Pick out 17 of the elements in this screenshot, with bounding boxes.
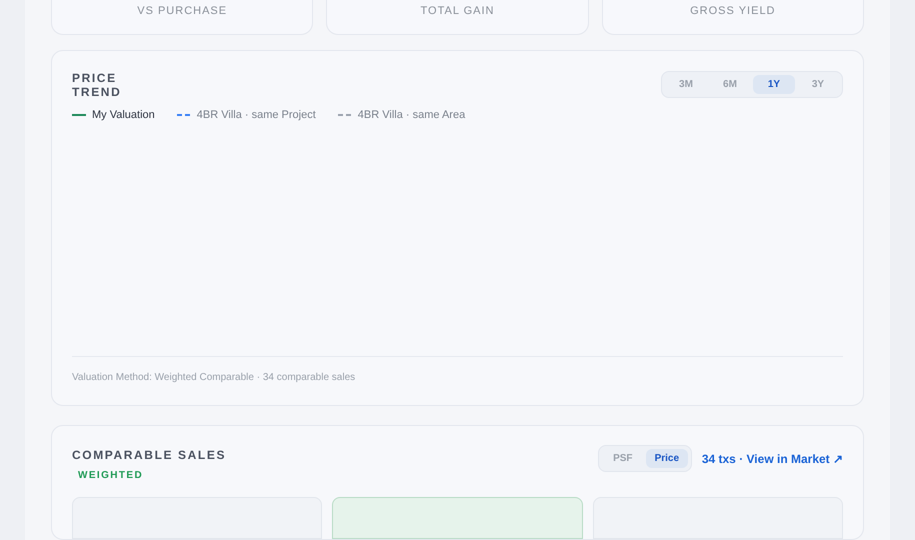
range-tab[interactable]: 3M [665,75,707,94]
panel-title: PRICE TREND [72,71,122,99]
mode-tab[interactable]: PSF [602,449,644,468]
legend-label: 4BR Villa · same Area [358,109,466,121]
weighted-label: WEIGHTED [78,470,144,481]
legend-label: 4BR Villa · same Project [196,109,316,121]
stat-label: GROSS YIELD [690,5,776,17]
range-tab[interactable]: 3Y [797,75,839,94]
mode-tab[interactable]: Price [646,449,688,468]
panel-title: COMPARABLE SALES [72,448,226,462]
stat-label: TOTAL GAIN [420,5,494,17]
range-tab[interactable]: 1Y [753,75,795,94]
legend-label: My Valuation [92,109,155,121]
valuation-note: Valuation Method: Weighted Comparable · 34 comparable sales [72,372,356,383]
stat-label: VS PURCHASE [137,5,228,17]
view-in-market-link[interactable]: 34 txs · View in Market ↗ [702,452,843,466]
range-tab[interactable]: 6M [709,75,751,94]
